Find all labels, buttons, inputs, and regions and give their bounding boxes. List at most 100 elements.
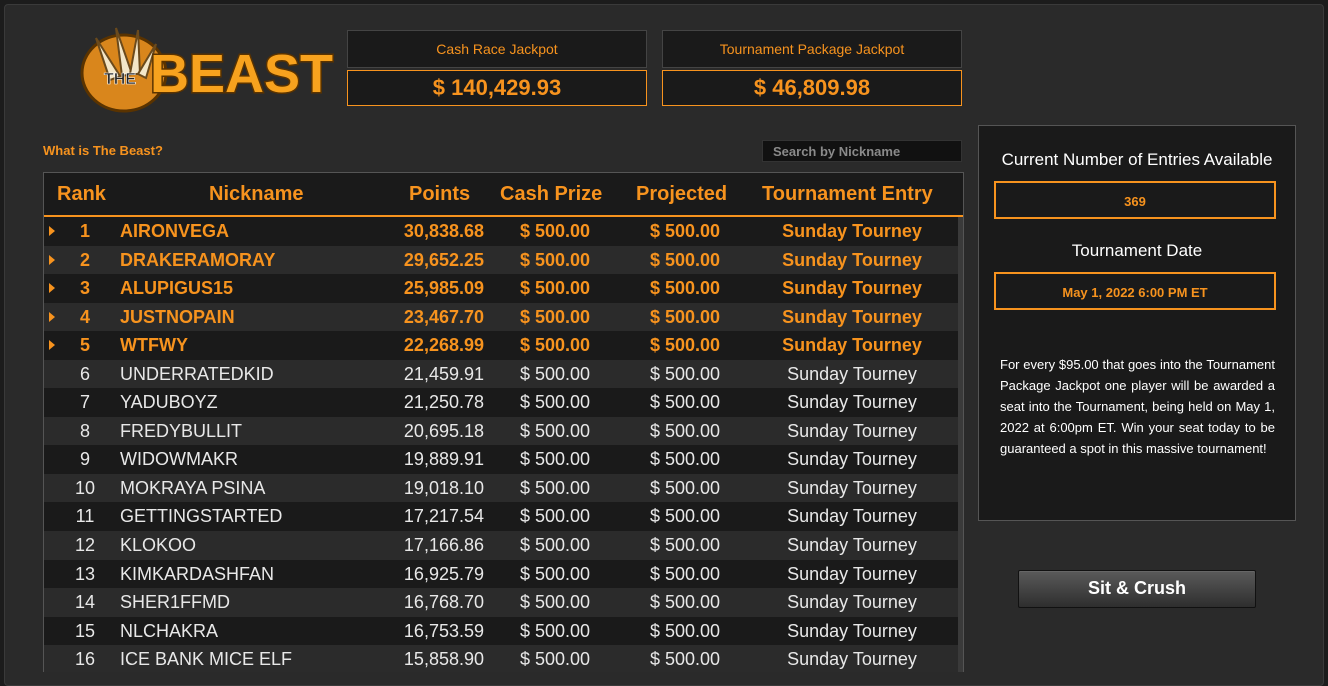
cell-projected: $ 500.00 (649, 363, 721, 384)
cell-cash-prize: $ 500.00 (519, 221, 591, 241)
table-row[interactable]: 9 WIDOWMAKR 19,889.91 $ 500.00 $ 500.00 Sunda… (44, 445, 958, 474)
cell-tournament-entry: Sunday Tourney (782, 221, 922, 241)
cell-tournament-entry: Sunday Tourney (787, 535, 917, 556)
cell-points: 21,459.91 (403, 363, 484, 384)
cell-cash-prize: $ 500.00 (519, 249, 591, 270)
table-body: 1 AIRONVEGA 30,838.68 $ 500.00 $ 500.00 Sunda… (44, 217, 958, 672)
cell-points: 25,985.09 (403, 278, 484, 299)
cell-cash-prize: $ 500.00 (519, 563, 591, 584)
cell-nickname: KLOKOO (120, 535, 197, 556)
entries-label: Current Number of Entries Available (1001, 150, 1273, 169)
cash-race-jackpot-value: $ 140,429.93 (347, 70, 647, 106)
cell-points: 16,753.59 (403, 620, 484, 641)
cell-projected: $ 500.00 (649, 335, 721, 356)
cell-cash-prize: $ 500.00 (519, 392, 591, 413)
cell-projected: $ 500.00 (649, 535, 721, 556)
cell-tournament-entry: Sunday Tourney (787, 392, 917, 413)
table-row[interactable]: 4 JUSTNOPAIN 23,467.70 $ 500.00 $ 500.00 Sund… (44, 302, 958, 332)
header-cash-prize[interactable]: Cash Prize (500, 183, 602, 206)
header-projected[interactable]: Projected (636, 183, 727, 206)
leaderboard-table: Rank Nickname Points Cash Prize Projecte… (43, 172, 964, 672)
cell-projected: $ 500.00 (649, 563, 721, 584)
cell-nickname: DRAKERAMORAY (120, 249, 276, 270)
cell-rank: 2 (79, 249, 90, 270)
table-row[interactable]: 10 MOKRAYA PSINA 19,018.10 $ 500.00 $ 500.00… (44, 473, 958, 503)
svg-text:BEAST: BEAST (150, 44, 333, 104)
expand-arrow-icon[interactable] (49, 340, 55, 351)
table-row[interactable]: 12 KLOKOO 17,166.86 $ 500.00 $ 500.00 Sunday … (44, 531, 958, 560)
cell-nickname: YADUBOYZ (120, 392, 218, 413)
expand-arrow-icon[interactable] (49, 254, 55, 265)
table-row[interactable]: 3 ALUPIGUS15 25,985.09 $ 500.00 $ 500.00 Sund… (44, 274, 958, 303)
cell-points: 16,925.79 (403, 563, 484, 584)
table-row[interactable]: 6 UNDERRATEDKID 21,459.91 $ 500.00 $ 500.00 S… (44, 359, 958, 389)
table-row[interactable]: 5 WTFWY 22,268.99 $ 500.00 $ 500.00 Sunday To… (44, 331, 958, 360)
cell-projected: $ 500.00 (649, 506, 721, 527)
expand-arrow-icon[interactable] (49, 311, 55, 322)
cell-rank: 9 (79, 449, 90, 470)
cell-tournament-entry: Sunday Tourney (787, 506, 917, 527)
cell-points: 17,166.86 (403, 535, 484, 556)
cell-tournament-entry: Sunday Tourney (782, 335, 922, 356)
cell-cash-prize: $ 500.00 (519, 278, 591, 299)
cell-nickname: ALUPIGUS15 (120, 278, 234, 299)
table-row[interactable]: 1 AIRONVEGA 30,838.68 $ 500.00 $ 500.00 Sunda… (44, 217, 958, 246)
cell-cash-prize: $ 500.00 (519, 306, 591, 327)
cell-points: 15,858.90 (403, 649, 484, 670)
cell-rank: 13 (74, 563, 96, 584)
cell-nickname: MOKRAYA PSINA (120, 477, 266, 498)
cell-points: 21,250.78 (403, 392, 484, 413)
cell-points: 19,889.91 (403, 449, 484, 470)
cell-nickname: KIMKARDASHFAN (120, 563, 275, 584)
what-is-the-beast-link[interactable]: What is The Beast? (43, 143, 163, 158)
cell-projected: $ 500.00 (649, 449, 721, 470)
tournament-description: For every $95.00 that goes into the Tour… (1000, 357, 1275, 456)
cell-projected: $ 500.00 (649, 278, 721, 299)
tournament-info-panel: Current Number of Entries Available 369 … (978, 125, 1296, 521)
table-row[interactable]: 11 GETTINGSTARTED 17,217.54 $ 500.00 $ 500.0… (44, 502, 958, 532)
cell-nickname: JUSTNOPAIN (120, 306, 235, 327)
expand-arrow-icon[interactable] (49, 283, 55, 294)
cell-tournament-entry: Sunday Tourney (787, 363, 917, 384)
header-rank[interactable]: Rank (57, 183, 106, 206)
tournament-package-jackpot-title: Tournament Package Jackpot (662, 30, 962, 68)
cell-tournament-entry: Sunday Tourney (787, 449, 917, 470)
table-row[interactable]: 2 DRAKERAMORAY 29,652.25 $ 500.00 $ 500.00 Su… (44, 245, 958, 275)
table-scrollbar[interactable] (958, 217, 963, 672)
table-row[interactable]: 8 FREDYBULLIT 20,695.18 $ 500.00 $ 500.00 Sun… (44, 416, 958, 446)
expand-arrow-icon[interactable] (49, 226, 55, 236)
table-row[interactable]: 14 SHER1FFMD 16,768.70 $ 500.00 $ 500.00 Sund… (44, 588, 958, 617)
cell-cash-prize: $ 500.00 (519, 620, 591, 641)
cell-nickname: WTFWY (120, 335, 188, 356)
tournament-date-value: May 1, 2022 6:00 PM ET (994, 272, 1276, 310)
cell-cash-prize: $ 500.00 (519, 592, 591, 613)
cell-tournament-entry: Sunday Tourney (787, 620, 917, 641)
cell-projected: $ 500.00 (649, 420, 721, 441)
cell-tournament-entry: Sunday Tourney (787, 592, 917, 613)
cell-tournament-entry: Sunday Tourney (782, 278, 922, 299)
cell-points: 23,467.70 (403, 306, 484, 327)
cell-nickname: NLCHAKRA (120, 620, 219, 641)
cell-cash-prize: $ 500.00 (519, 535, 591, 556)
cell-nickname: WIDOWMAKR (120, 449, 238, 470)
header-nickname[interactable]: Nickname (209, 183, 304, 206)
cell-projected: $ 500.00 (649, 477, 721, 498)
cell-nickname: UNDERRATEDKID (120, 363, 274, 384)
svg-text:THE: THE (104, 71, 136, 88)
header-points[interactable]: Points (409, 183, 470, 206)
table-row[interactable]: 15 NLCHAKRA 16,753.59 $ 500.00 $ 500.00 Sunda… (44, 616, 958, 646)
cell-cash-prize: $ 500.00 (519, 506, 591, 527)
tournament-date-label: Tournament Date (1071, 241, 1203, 260)
search-nickname-input[interactable] (762, 140, 962, 162)
table-row[interactable]: 13 KIMKARDASHFAN 16,925.79 $ 500.00 $ 500.00… (44, 559, 958, 589)
tournament-package-jackpot-value: $ 46,809.98 (662, 70, 962, 106)
table-row[interactable]: 7 YADUBOYZ 21,250.78 $ 500.00 $ 500.00 Sunday… (44, 388, 958, 417)
cell-rank: 5 (79, 335, 90, 356)
cell-cash-prize: $ 500.00 (519, 363, 591, 384)
table-row[interactable]: 16 ICE BANK MICE ELF 15,858.90 $ 500.00 $ 50… (44, 645, 958, 672)
cell-cash-prize: $ 500.00 (519, 420, 591, 441)
sit-and-crush-button[interactable]: Sit & Crush (1018, 570, 1256, 608)
cell-points: 29,652.25 (403, 249, 484, 270)
header-tournament-entry[interactable]: Tournament Entry (762, 183, 933, 206)
cell-nickname: SHER1FFMD (120, 592, 231, 613)
